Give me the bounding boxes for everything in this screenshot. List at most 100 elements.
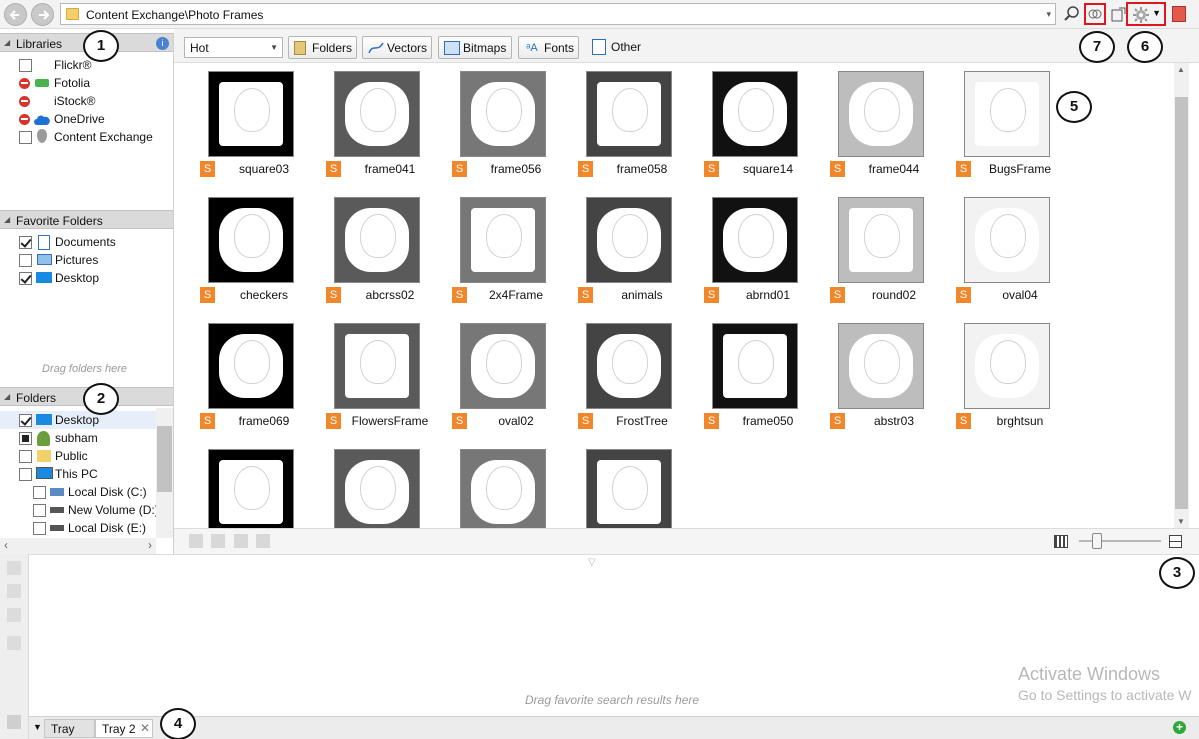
asset-item[interactable]: S 2x4Frame [426,189,552,315]
asset-thumbnail[interactable] [586,197,672,283]
asset-item[interactable] [174,441,300,528]
asset-item[interactable]: Sabrnd01 [678,189,804,315]
asset-item[interactable]: Sabstr03 [804,315,930,441]
favorite-documents[interactable]: Documents [0,233,174,251]
asset-item[interactable]: Sframe058 [552,63,678,189]
asset-item[interactable]: Soval02 [426,315,552,441]
asset-thumbnail[interactable] [712,197,798,283]
scroll-down-icon[interactable]: ▼ [1177,517,1185,526]
add-to-tray-icon[interactable] [189,534,203,548]
asset-item[interactable]: S FrostTree [552,315,678,441]
asset-thumbnail[interactable] [964,197,1050,283]
asset-thumbnail[interactable] [334,449,420,528]
tab-tray-2[interactable]: Tray 2 ✕ [95,719,153,738]
asset-thumbnail[interactable] [208,197,294,283]
asset-thumbnail[interactable] [334,71,420,157]
folder-subham[interactable]: subham [0,429,156,447]
asset-item[interactable]: Sabcrss02 [300,189,426,315]
asset-thumbnail[interactable] [334,197,420,283]
folder-new-volume-d[interactable]: New Volume (D:) [0,501,159,519]
asset-thumbnail[interactable] [586,71,672,157]
folders-vscrollbar[interactable] [156,408,173,538]
info-icon[interactable]: i [156,37,169,50]
library-item-flickr[interactable]: Flickr® [0,56,174,74]
asset-thumbnail[interactable] [460,71,546,157]
chevron-down-icon[interactable]: ▾ [1046,9,1051,20]
folders-hscrollbar[interactable]: ‹ › [0,538,156,554]
asset-thumbnail[interactable] [838,323,924,409]
library-item-content-exchange[interactable]: Content Exchange [0,128,174,146]
asset-thumbnail[interactable] [208,323,294,409]
asset-item[interactable]: Sbrghtsun [930,315,1056,441]
filter-bitmaps-button[interactable]: Bitmaps [438,36,512,59]
asset-item[interactable]: Sframe050 [678,315,804,441]
filter-vectors-button[interactable]: Vectors [362,36,432,59]
scroll-thumb[interactable] [1175,97,1188,509]
tray-menu-chevron-icon[interactable]: ▼ [33,722,42,732]
sort-select[interactable]: Hot ▼ [184,37,283,58]
favorite-desktop[interactable]: Desktop [0,269,174,287]
forward-button[interactable] [31,3,54,26]
tray-remove-icon[interactable] [7,584,21,598]
slider-thumb[interactable] [1092,533,1102,549]
content-vscrollbar[interactable]: ▲ ▼ [1174,63,1189,528]
asset-thumbnail[interactable] [964,323,1050,409]
tray-import-icon[interactable] [7,561,21,575]
asset-thumbnail[interactable] [460,323,546,409]
remove-icon[interactable] [211,534,225,548]
asset-thumbnail[interactable] [460,449,546,528]
asset-item[interactable]: Sframe069 [174,315,300,441]
asset-thumbnail[interactable] [208,449,294,528]
asset-thumbnail[interactable] [712,71,798,157]
filter-folders-button[interactable]: Folders [288,36,357,59]
collapse-down-icon[interactable]: ▽ [588,557,596,568]
asset-item[interactable]: Ssquare03 [174,63,300,189]
asset-item[interactable]: S FlowersFrame [300,315,428,441]
add-tray-icon[interactable]: + [1173,721,1186,734]
asset-thumbnail[interactable] [964,71,1050,157]
back-button[interactable] [4,3,27,26]
folder-local-disk-e[interactable]: Local Disk (E:) [0,519,156,537]
large-thumbs-icon[interactable] [1169,535,1182,548]
folder-public[interactable]: Public [0,447,156,465]
chevron-right-icon[interactable]: › [148,538,152,552]
close-icon[interactable]: ✕ [140,721,150,735]
asset-item[interactable]: Sround02 [804,189,930,315]
filter-other-label[interactable]: Other [611,40,641,54]
asset-item[interactable] [300,441,426,528]
asset-thumbnail[interactable] [334,323,420,409]
connect-sync-button[interactable] [1084,3,1106,25]
chevron-left-icon[interactable]: ‹ [4,538,8,552]
library-item-fotolia[interactable]: Fotolia [0,74,174,92]
settings-button[interactable]: ▼ [1126,2,1166,26]
asset-item[interactable]: Scheckers [174,189,300,315]
asset-item[interactable]: Sframe056 [426,63,552,189]
asset-thumbnail[interactable] [838,197,924,283]
tray-image-icon[interactable] [7,715,21,729]
other-file-icon[interactable] [592,39,606,55]
copy-icon[interactable] [234,534,248,548]
asset-item[interactable]: Ssquare14 [678,63,804,189]
user-account-icon[interactable] [1172,6,1186,22]
tray-open-icon[interactable] [7,636,21,650]
asset-item[interactable]: Sframe044 [804,63,930,189]
folder-this-pc[interactable]: This PC [0,465,156,483]
open-icon[interactable] [256,534,270,548]
folder-desktop[interactable]: Desktop [0,411,156,429]
address-field[interactable]: Content Exchange\Photo Frames ▾ [60,3,1056,25]
scroll-thumb[interactable] [157,426,172,492]
folder-local-disk-c[interactable]: Local Disk (C:) [0,483,156,501]
asset-item[interactable]: Sanimals [552,189,678,315]
asset-thumbnail[interactable] [586,449,672,528]
scroll-up-icon[interactable]: ▲ [1177,65,1185,74]
library-item-onedrive[interactable]: OneDrive [0,110,174,128]
asset-item[interactable]: Sframe041 [300,63,426,189]
asset-thumbnail[interactable] [838,71,924,157]
asset-thumbnail[interactable] [712,323,798,409]
asset-item[interactable] [552,441,678,528]
small-thumbs-icon[interactable] [1054,535,1068,548]
asset-item[interactable]: S BugsFrame [930,63,1056,189]
asset-thumbnail[interactable] [460,197,546,283]
tab-tray[interactable]: Tray [44,719,95,738]
library-item-istock[interactable]: iStock® [0,92,174,110]
